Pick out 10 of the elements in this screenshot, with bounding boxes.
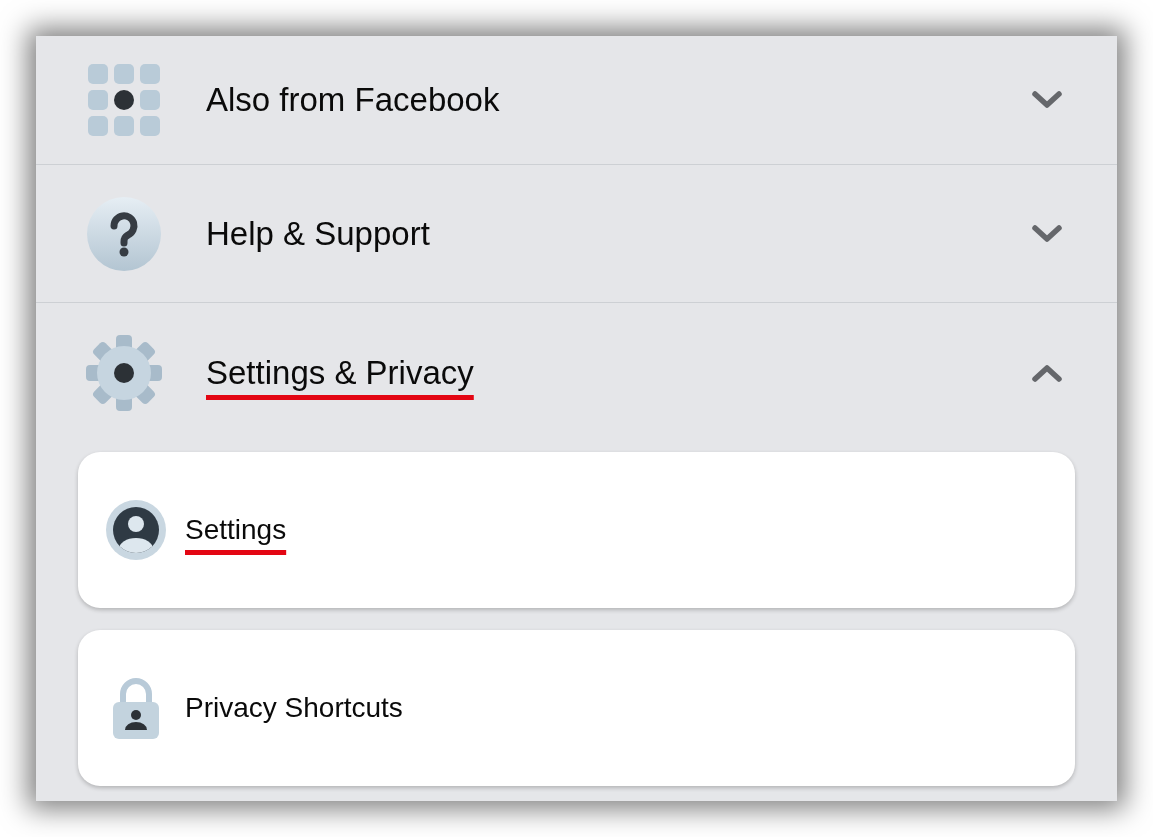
app-grid-icon	[88, 64, 160, 136]
menu-section[interactable]: Settings & Privacy	[36, 303, 1117, 443]
menu-item[interactable]: Settings	[78, 452, 1075, 608]
help-icon	[87, 196, 161, 271]
menu-section[interactable]: Also from Facebook	[36, 36, 1117, 164]
padlock-icon	[111, 677, 161, 739]
gear-icon	[86, 335, 162, 411]
menu-item[interactable]: Privacy Shortcuts	[78, 630, 1075, 786]
user-avatar-icon	[106, 500, 166, 560]
menu-section[interactable]: Help & Support	[36, 165, 1117, 302]
